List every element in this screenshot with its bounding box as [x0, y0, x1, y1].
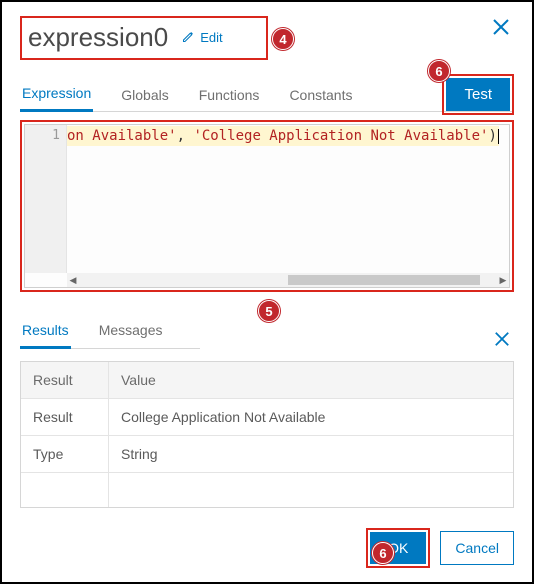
header-result: Result	[21, 362, 109, 398]
tab-messages[interactable]: Messages	[97, 322, 165, 348]
line-number: 1	[25, 128, 60, 143]
row-key: Type	[21, 436, 109, 472]
row-key: Result	[21, 399, 109, 435]
edit-name-button[interactable]: Edit	[182, 30, 222, 45]
tab-expression[interactable]: Expression	[20, 85, 93, 112]
test-button[interactable]: Test	[446, 78, 510, 111]
cancel-button[interactable]: Cancel	[440, 531, 514, 565]
pencil-icon	[182, 31, 194, 43]
callout-6-test: 6	[428, 60, 450, 82]
line-gutter: 1	[25, 125, 67, 273]
header-value: Value	[109, 362, 168, 398]
expression-title: expression0	[28, 22, 168, 53]
close-icon[interactable]	[492, 16, 510, 42]
horizontal-scrollbar[interactable]: ◀ ▶	[67, 273, 509, 287]
table-row: Type String	[21, 436, 513, 473]
callout-5: 5	[258, 300, 280, 322]
callout-4: 4	[272, 28, 294, 50]
tab-results[interactable]: Results	[20, 322, 71, 349]
callout-6-ok: 6	[372, 542, 394, 564]
tab-functions[interactable]: Functions	[197, 87, 262, 111]
row-value: String	[109, 436, 170, 472]
code-editor[interactable]: 1 on Available', 'College Application No…	[24, 124, 510, 288]
code-editor-highlight: 1 on Available', 'College Application No…	[20, 120, 514, 292]
tab-constants[interactable]: Constants	[287, 87, 354, 111]
code-line-1: on Available', 'College Application Not …	[67, 126, 499, 146]
results-table: Result Value Result College Application …	[20, 361, 514, 508]
tab-globals[interactable]: Globals	[119, 87, 170, 111]
results-header-row: Result Value	[21, 362, 513, 399]
title-edit-group: expression0 Edit	[20, 16, 268, 60]
close-results-icon[interactable]	[494, 330, 510, 353]
text-cursor	[498, 129, 499, 144]
row-value: College Application Not Available	[109, 399, 337, 435]
table-row-empty	[21, 473, 513, 507]
test-button-highlight: Test	[442, 74, 514, 115]
results-tabs: Results Messages	[20, 322, 200, 349]
table-row: Result College Application Not Available	[21, 399, 513, 436]
expression-builder-dialog: expression0 Edit 4 Expression Globals Fu…	[0, 0, 534, 584]
edit-label: Edit	[200, 30, 222, 45]
scroll-thumb[interactable]	[288, 275, 480, 285]
scroll-track[interactable]	[79, 275, 497, 285]
editor-tabs: Expression Globals Functions Constants T…	[20, 80, 514, 112]
scroll-left-icon[interactable]: ◀	[67, 275, 79, 286]
code-area[interactable]: on Available', 'College Application Not …	[67, 125, 509, 273]
scroll-right-icon[interactable]: ▶	[497, 275, 509, 286]
